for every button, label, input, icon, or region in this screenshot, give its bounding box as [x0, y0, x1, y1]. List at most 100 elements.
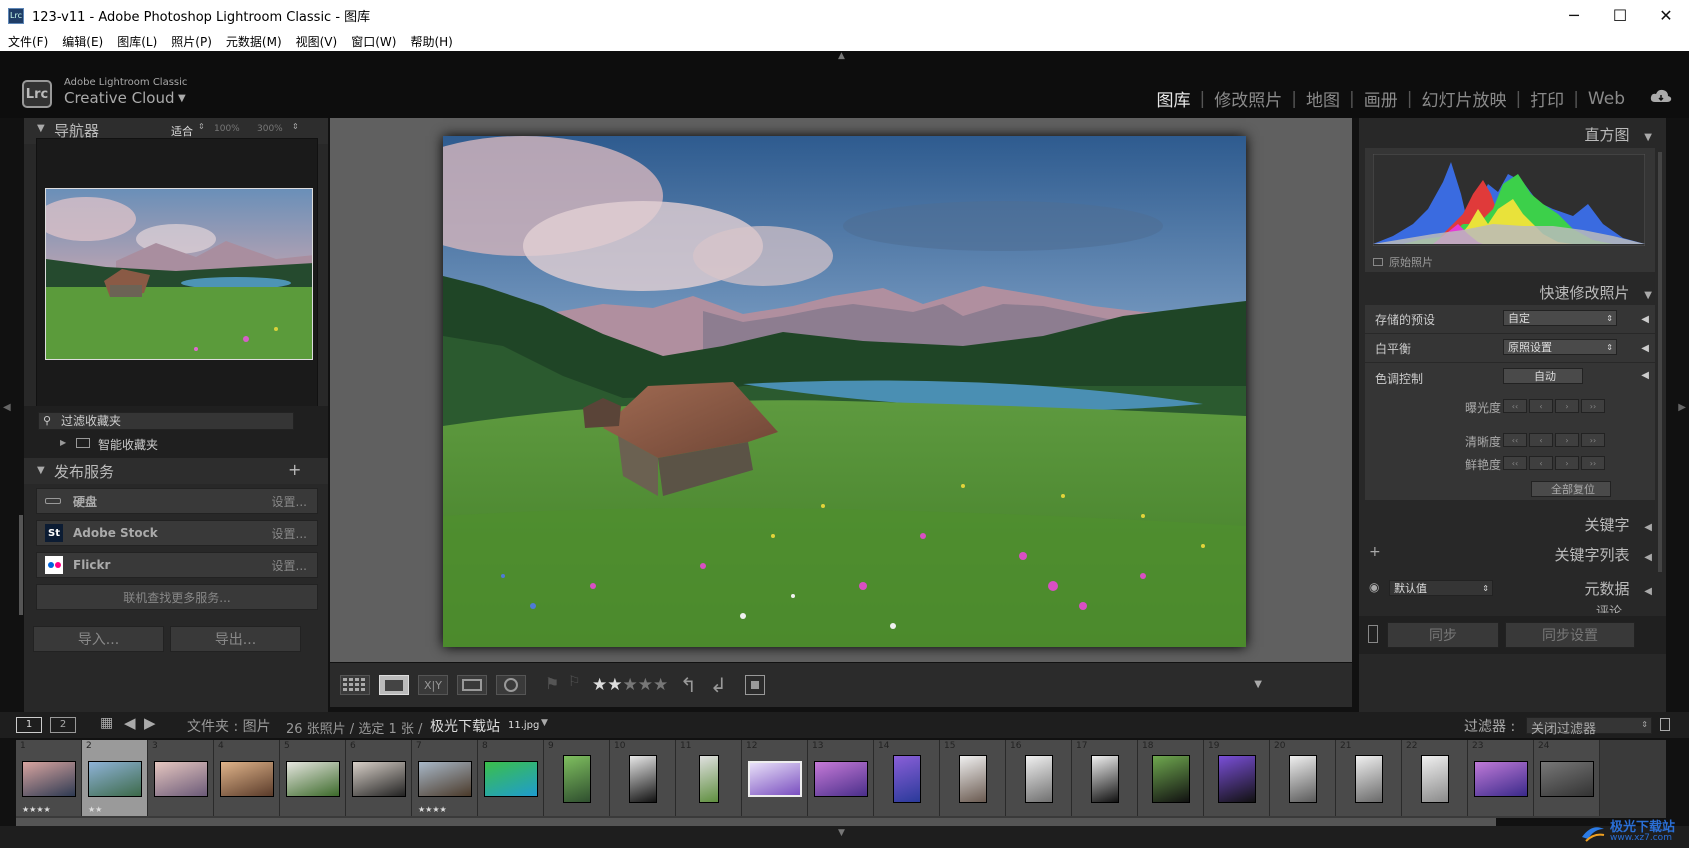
- filmstrip-thumbnail[interactable]: [88, 761, 142, 797]
- filmstrip-thumbnail[interactable]: [22, 761, 76, 797]
- filmstrip-thumbnail[interactable]: [154, 761, 208, 797]
- people-view-icon[interactable]: [496, 675, 526, 695]
- filmstrip-cell[interactable]: 13: [808, 740, 874, 816]
- saved-preset-select[interactable]: 自定 ⇕: [1503, 310, 1617, 326]
- add-keyword-icon[interactable]: +: [1369, 544, 1381, 560]
- navigator-collapse-icon[interactable]: ▼: [37, 123, 45, 134]
- filmstrip-thumbnail[interactable]: [1421, 755, 1449, 803]
- metadata-preset-select[interactable]: 默认值 ⇕: [1389, 580, 1493, 596]
- rotate-right-icon[interactable]: ↲: [710, 673, 727, 697]
- eye-icon[interactable]: ◉: [1369, 580, 1379, 594]
- menu-help[interactable]: 帮助(H): [410, 33, 452, 50]
- filmstrip-cell[interactable]: 10: [610, 740, 676, 816]
- forward-arrow-icon[interactable]: ▶: [144, 714, 156, 732]
- filmstrip-cell[interactable]: 3: [148, 740, 214, 816]
- star-empty-icon[interactable]: ★: [623, 675, 638, 695]
- filmstrip-thumbnail[interactable]: [352, 761, 406, 797]
- filmstrip-cell[interactable]: 9: [544, 740, 610, 816]
- zoom-300[interactable]: 300%: [257, 124, 283, 134]
- filmstrip-cell[interactable]: 2 ★★: [82, 740, 148, 816]
- filmstrip-cell[interactable]: 15: [940, 740, 1006, 816]
- reset-all-button[interactable]: 全部复位: [1531, 481, 1611, 497]
- filmstrip-cell[interactable]: 1 ★★★★: [16, 740, 82, 816]
- star-rating[interactable]: ★ ★ ★ ★ ★: [592, 675, 668, 695]
- filmstrip-cell[interactable]: 19: [1204, 740, 1270, 816]
- grid-view-icon[interactable]: [340, 675, 370, 695]
- menu-photo[interactable]: 照片(P): [171, 33, 212, 50]
- navigator-thumbnail[interactable]: [45, 188, 313, 360]
- menu-file[interactable]: 文件(F): [8, 33, 48, 50]
- module-book[interactable]: 画册: [1355, 86, 1407, 111]
- minimize-button[interactable]: ─: [1551, 0, 1597, 31]
- filmstrip-thumbnail[interactable]: [563, 755, 591, 803]
- keyword-list-header[interactable]: 关键字列表 ◀: [1555, 544, 1653, 565]
- filmstrip-thumbnail[interactable]: [484, 761, 538, 797]
- histogram-panel[interactable]: 原始照片: [1365, 148, 1655, 272]
- quick-develop-header[interactable]: 快速修改照片 ▼: [1540, 282, 1653, 303]
- filmstrip-cell[interactable]: 18: [1138, 740, 1204, 816]
- star-filled-icon[interactable]: ★: [607, 675, 622, 695]
- filmstrip-thumbnail[interactable]: [893, 755, 921, 803]
- keyword-list-expand-icon[interactable]: ◀: [1644, 552, 1652, 563]
- star-filled-icon[interactable]: ★: [592, 675, 607, 695]
- filmstrip-thumbnail[interactable]: [1289, 755, 1317, 803]
- filmstrip-cell[interactable]: 5: [280, 740, 346, 816]
- vibrance-buttons[interactable]: ‹‹ ‹ › ››: [1503, 456, 1605, 470]
- clarity-buttons[interactable]: ‹‹ ‹ › ››: [1503, 433, 1605, 447]
- histogram-collapse-icon[interactable]: ▼: [1644, 132, 1652, 143]
- filmstrip-cell[interactable]: 14: [874, 740, 940, 816]
- module-map[interactable]: 地图: [1297, 86, 1349, 111]
- publish-service-adobe-stock[interactable]: St Adobe Stock 设置...: [36, 520, 318, 546]
- compare-view-icon[interactable]: X|Y: [418, 675, 448, 695]
- menu-edit[interactable]: 编辑(E): [62, 33, 103, 50]
- source-dropdown-icon[interactable]: ▼: [541, 718, 548, 728]
- publish-service-flickr[interactable]: Flickr 设置...: [36, 552, 318, 578]
- filmstrip-thumbnail[interactable]: [1152, 755, 1190, 803]
- filmstrip-cell[interactable]: 24: [1534, 740, 1600, 816]
- filmstrip-cell[interactable]: 4: [214, 740, 280, 816]
- left-panel-scrollbar[interactable]: [19, 515, 23, 615]
- metadata-header[interactable]: 元数据 ◀: [1585, 578, 1653, 599]
- filmstrip-thumbnail[interactable]: [1540, 761, 1594, 797]
- expand-left-icon[interactable]: ◀: [1641, 343, 1649, 354]
- filmstrip-cell[interactable]: 11: [676, 740, 742, 816]
- menu-library[interactable]: 图库(L): [117, 33, 157, 50]
- filter-select[interactable]: 关闭过滤器 ⇕: [1526, 717, 1652, 737]
- zoom-stepper-icon[interactable]: ⇕: [292, 122, 299, 131]
- collapse-bottom-icon[interactable]: ▼: [838, 828, 845, 838]
- original-photo-checkbox[interactable]: [1373, 258, 1383, 266]
- close-button[interactable]: ✕: [1643, 0, 1689, 31]
- filmstrip-cell[interactable]: 22: [1402, 740, 1468, 816]
- module-slideshow[interactable]: 幻灯片放映: [1412, 86, 1515, 111]
- impromptu-slideshow-icon[interactable]: [745, 675, 765, 695]
- flag-pick-icon[interactable]: ⚑: [545, 674, 559, 693]
- collapse-top-icon[interactable]: ▲: [838, 51, 845, 61]
- filmstrip-cell[interactable]: 20: [1270, 740, 1336, 816]
- main-photo[interactable]: [443, 136, 1246, 647]
- survey-view-icon[interactable]: [457, 675, 487, 695]
- filmstrip-thumbnail[interactable]: [959, 755, 987, 803]
- filmstrip-cell[interactable]: 6: [346, 740, 412, 816]
- add-publish-button[interactable]: +: [288, 460, 301, 479]
- menu-metadata[interactable]: 元数据(M): [226, 33, 282, 50]
- primary-window-button[interactable]: 1: [16, 717, 42, 733]
- filmstrip-scrollbar[interactable]: [16, 818, 1496, 826]
- keywording-header[interactable]: 关键字 ◀: [1585, 514, 1653, 535]
- filmstrip-cell[interactable]: 17: [1072, 740, 1138, 816]
- rotate-left-icon[interactable]: ↰: [680, 673, 697, 697]
- publish-header[interactable]: ▼ 发布服务 +: [24, 458, 328, 484]
- flag-reject-icon[interactable]: ⚐: [568, 674, 581, 690]
- keywording-expand-icon[interactable]: ◀: [1644, 522, 1652, 533]
- filmstrip-thumbnail[interactable]: [1355, 755, 1383, 803]
- import-button[interactable]: 导入...: [33, 626, 164, 652]
- metadata-expand-icon[interactable]: ◀: [1644, 586, 1652, 597]
- expand-left-icon[interactable]: ◀: [1641, 370, 1649, 381]
- collection-filter-field[interactable]: ⚲ 过滤收藏夹: [38, 412, 294, 430]
- expand-left-icon[interactable]: ◀: [1641, 314, 1649, 325]
- exposure-buttons[interactable]: ‹‹ ‹ › ››: [1503, 399, 1605, 413]
- zoom-fit-stepper-icon[interactable]: ⇕: [198, 122, 205, 131]
- back-arrow-icon[interactable]: ◀: [124, 714, 136, 732]
- filmstrip-cell[interactable]: 16: [1006, 740, 1072, 816]
- smart-collections-label[interactable]: 智能收藏夹: [98, 436, 158, 453]
- filmstrip-cell[interactable]: 23: [1468, 740, 1534, 816]
